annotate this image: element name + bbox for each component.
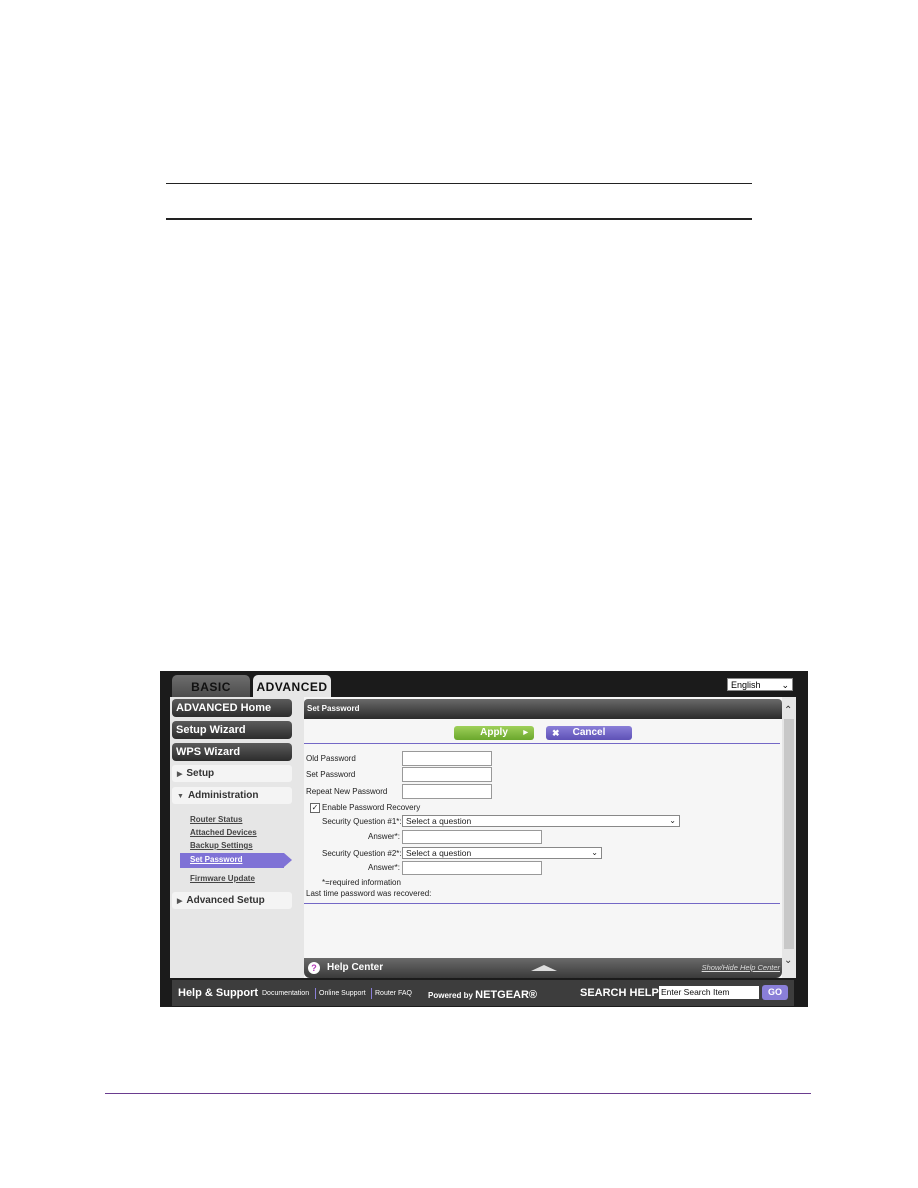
help-center-bar: ? Help Center Show/Hide Help Center [304, 958, 782, 978]
documentation-link[interactable]: Documentation [262, 990, 309, 997]
sidebar-advanced-home[interactable]: ADVANCED Home [172, 699, 292, 717]
repeat-password-field[interactable] [402, 784, 492, 799]
answer-1-label: Answer*: [368, 832, 401, 841]
chevron-down-icon: ⌄ [669, 816, 676, 825]
enable-recovery-label: Enable Password Recovery [322, 803, 421, 812]
netgear-logo: NETGEAR® [475, 989, 538, 1001]
expand-up-icon[interactable] [531, 965, 557, 971]
powered-by-text: Powered by [428, 991, 473, 1000]
close-icon: ✖ [552, 728, 560, 738]
tab-advanced[interactable]: ADVANCED [253, 675, 331, 697]
section-label: Advanced Setup [186, 895, 265, 906]
sidebar-section-administration[interactable]: ▼ Administration [172, 787, 292, 804]
security-question-2-label: Security Question #2*: [322, 849, 402, 858]
sidebar-link-set-password[interactable]: Set Password [180, 853, 292, 868]
sidebar-wps-wizard[interactable]: WPS Wizard [172, 743, 292, 761]
required-note: *=required information [322, 878, 401, 887]
security-question-2-select[interactable]: Select a question ⌄ [402, 847, 602, 859]
caret-right-icon: ▶ [177, 771, 183, 778]
section-label: Setup [186, 768, 215, 779]
select-value: Select a question [406, 848, 472, 858]
help-icon[interactable]: ? [308, 962, 320, 974]
chevron-down-icon[interactable]: ⌄ [784, 955, 792, 966]
chevron-up-icon[interactable]: ⌃ [784, 705, 792, 716]
caret-right-icon: ▶ [177, 898, 183, 905]
select-value: Select a question [406, 816, 472, 826]
footer-bar: Help & Support Documentation Online Supp… [172, 980, 794, 1006]
language-value: English [731, 680, 761, 690]
scrollbar-thumb[interactable] [784, 719, 794, 949]
cancel-button[interactable]: ✖ Cancel [546, 726, 632, 740]
answer-2-label: Answer*: [368, 863, 401, 872]
show-hide-help-link[interactable]: Show/Hide Help Center [702, 963, 780, 972]
set-password-label: Set Password [306, 770, 356, 779]
search-help-label: SEARCH HELP [580, 987, 659, 999]
page-rule-top [166, 183, 752, 184]
router-faq-link[interactable]: Router FAQ [375, 990, 412, 997]
last-recovered-text: Last time password was recovered: [306, 889, 432, 898]
sidebar-link-attached-devices[interactable]: Attached Devices [190, 828, 257, 837]
router-screenshot: BASIC ADVANCED English ⌄ ADVANCED Home S… [160, 671, 808, 1007]
chevron-down-icon: ⌄ [591, 848, 598, 857]
enable-recovery-checkbox[interactable]: ✓ [310, 803, 320, 813]
divider [304, 743, 780, 744]
page-rule-bottom [166, 218, 752, 220]
repeat-password-label: Repeat New Password [306, 787, 388, 796]
cancel-label: Cancel [572, 727, 606, 738]
apply-label: Apply [480, 727, 508, 738]
go-button[interactable]: GO [762, 985, 788, 1000]
sidebar-section-setup[interactable]: ▶ Setup [172, 765, 292, 782]
sidebar-link-firmware-update[interactable]: Firmware Update [190, 874, 255, 883]
old-password-label: Old Password [306, 754, 356, 763]
set-password-field[interactable] [402, 767, 492, 782]
answer-1-field[interactable] [402, 830, 542, 844]
answer-2-field[interactable] [402, 861, 542, 875]
powered-by: Powered by NETGEAR® [428, 989, 537, 1001]
section-label: Administration [187, 790, 259, 801]
active-link-label: Set Password [190, 855, 243, 864]
sidebar-section-advanced-setup[interactable]: ▶ Advanced Setup [172, 892, 292, 909]
sidebar-setup-wizard[interactable]: Setup Wizard [172, 721, 292, 739]
divider [304, 903, 780, 904]
sidebar: ADVANCED Home Setup Wizard WPS Wizard ▶ S… [170, 697, 304, 978]
security-question-1-label: Security Question #1*: [322, 817, 402, 826]
search-help-input[interactable]: Enter Search Item [659, 986, 759, 999]
old-password-field[interactable] [402, 751, 492, 766]
scrollbar[interactable]: ⌃ ⌄ [782, 697, 796, 978]
language-select[interactable]: English ⌄ [727, 678, 793, 691]
online-support-link[interactable]: Online Support [319, 990, 366, 997]
link-separator [371, 988, 372, 999]
help-center-title: Help Center [327, 962, 384, 973]
tab-basic[interactable]: BASIC [172, 675, 250, 697]
page-title: Set Password [304, 699, 782, 719]
main-panel: Set Password Apply ▶ ✖ Cancel Old Passwo… [304, 697, 782, 978]
chevron-down-icon: ⌄ [781, 680, 789, 690]
sidebar-link-router-status[interactable]: Router Status [190, 815, 242, 824]
link-separator [315, 988, 316, 999]
page-footer-rule [105, 1093, 811, 1094]
help-support-title: Help & Support [178, 987, 259, 999]
caret-down-icon: ▼ [177, 793, 184, 800]
arrow-right-icon: ▶ [523, 730, 528, 736]
security-question-1-select[interactable]: Select a question ⌄ [402, 815, 680, 827]
sidebar-link-backup-settings[interactable]: Backup Settings [190, 841, 253, 850]
apply-button[interactable]: Apply ▶ [454, 726, 534, 740]
